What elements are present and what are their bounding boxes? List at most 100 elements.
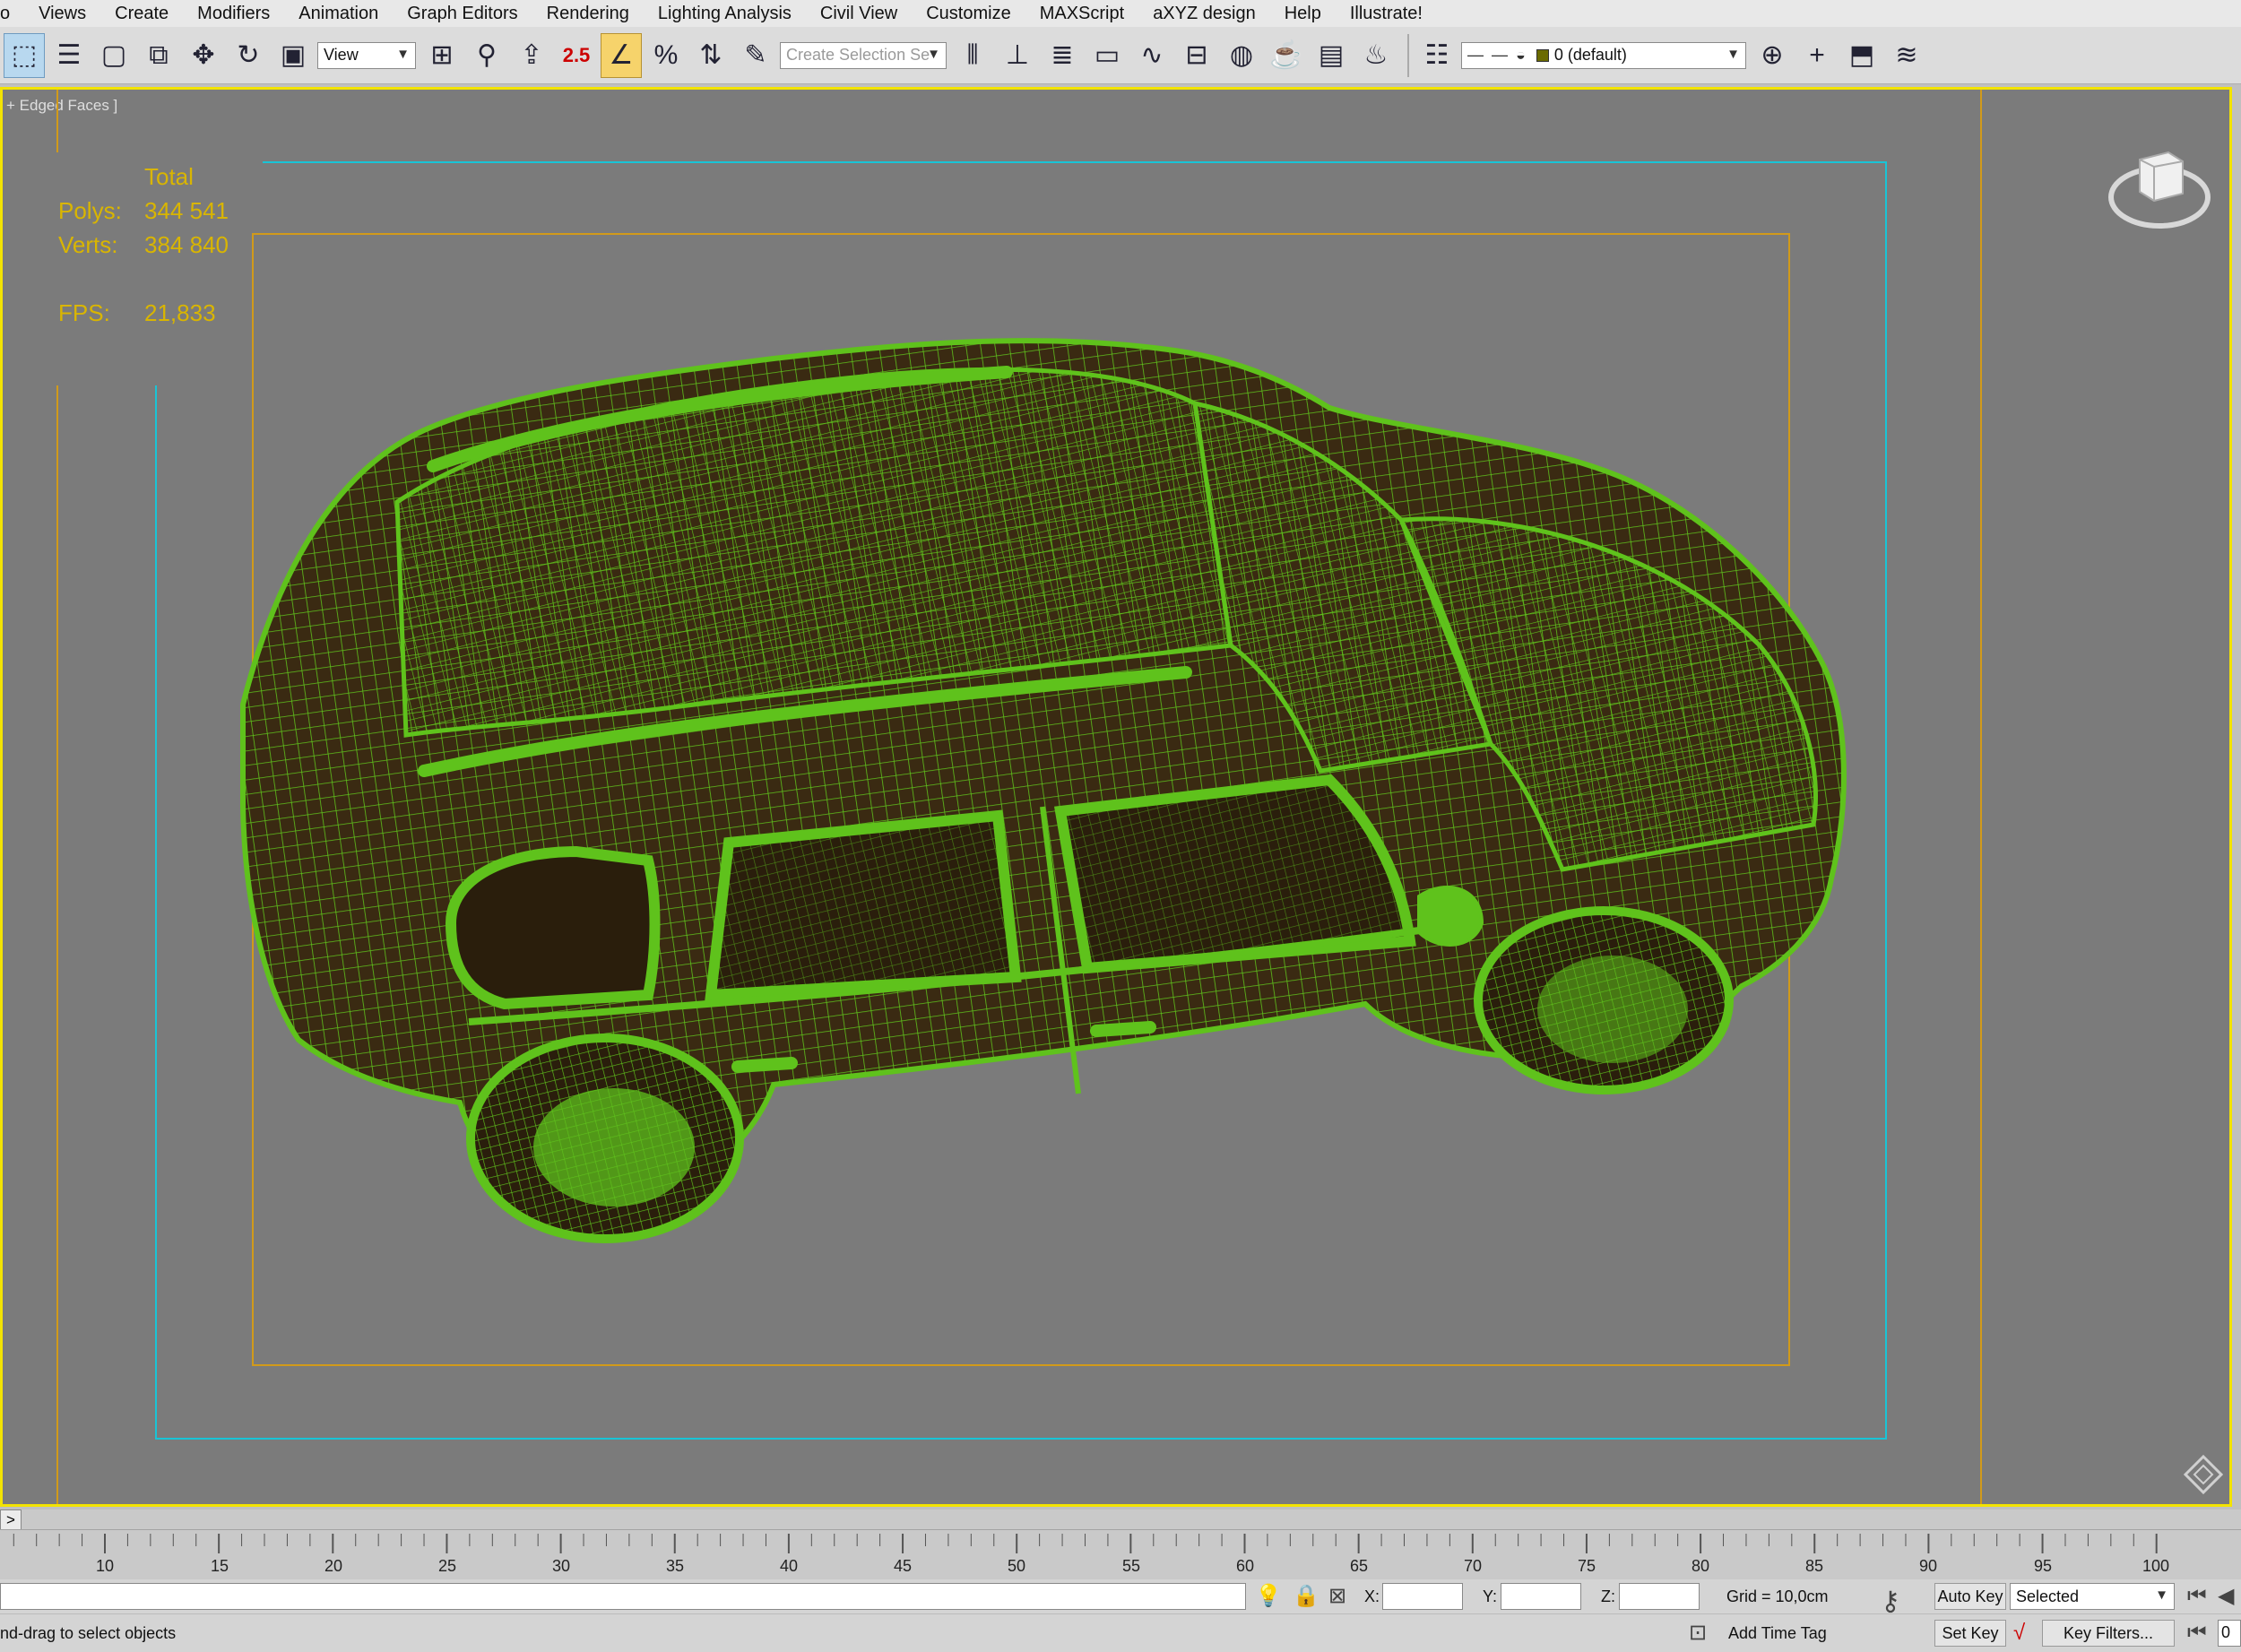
go-to-start-icon[interactable]: ⏮ [2187,1583,2207,1610]
selection-region-button[interactable]: ▢ [93,33,134,78]
percent-snap-icon: % [653,39,679,70]
render-setup-button[interactable]: ☕ [1266,33,1307,78]
key-filters-button[interactable]: Key Filters... [2042,1620,2175,1647]
menu-item-truncated[interactable]: o [0,0,24,27]
align-button[interactable]: ⊥ [997,33,1038,78]
percent-snap-button[interactable]: % [645,33,687,78]
go-to-start-small-icon[interactable]: ⏮ [2187,1620,2207,1647]
expand-trackbar-button[interactable]: > [0,1509,22,1531]
select-by-name-button[interactable]: ☰ [48,33,90,78]
menu-item-views[interactable]: Views [24,0,100,27]
curve-editor-icon: ∿ [1140,40,1164,70]
car-wireframe[interactable] [3,90,2232,1507]
tick-label-20: 20 [324,1557,343,1575]
mirror-button[interactable]: ⫴ [952,33,993,78]
toggle-ribbon-button[interactable]: ▭ [1086,33,1128,78]
menu-item-illustrate[interactable]: Illustrate! [1336,0,1437,27]
keyboard-shortcut-override-button[interactable]: ⇪ [511,33,552,78]
absolute-transform-icon[interactable]: ⊠ [1328,1583,1346,1610]
chevron-down-icon: ▼ [396,46,410,62]
layers-icon: ≣ [1051,40,1074,70]
x-coordinate-label: X: [1364,1587,1380,1605]
select-move-button[interactable]: ✥ [183,33,224,78]
menu-item-graph-editors[interactable]: Graph Editors [393,0,532,27]
set-key-button[interactable]: Set Key [1934,1620,2006,1647]
layer-properties-button[interactable]: ☷ [1416,33,1458,78]
named-selection-sets-dropdown[interactable]: Create Selection Se ▼ [780,41,947,69]
select-object-button[interactable]: ⬚ [4,32,45,78]
create-new-layer-button[interactable]: ⊕ [1752,33,1793,78]
tick-label-60: 60 [1235,1557,1255,1575]
add-to-layer-button[interactable]: + [1796,33,1838,78]
auto-key-button[interactable]: Auto Key [1934,1583,2006,1610]
snaps-toggle-button[interactable]: 2.5 [556,33,597,78]
menu-item-axyz-design[interactable]: aXYZ design [1138,0,1270,27]
menu-item-create[interactable]: Create [100,0,183,27]
status-bar-top: 💡 🔒 ⊠ X: Y: Z: Grid = 10,0cm ⚷ Auto Key … [0,1579,2241,1615]
previous-frame-icon[interactable]: ◀ [2218,1583,2234,1610]
menu-item-customize[interactable]: Customize [912,0,1025,27]
key-icon[interactable]: ⚷ [1881,1588,1900,1615]
main-toolbar: ⬚ ☰ ▢ ⧉ ✥ ↻ ▣ View ▼ ⊞ ⚲ ⇪ 2.5 ∠ % ⇅ ✎ C… [0,27,2241,84]
ribbon-icon: ▭ [1094,40,1120,70]
scale-icon: ▣ [280,40,307,70]
menu-item-rendering[interactable]: Rendering [532,0,644,27]
maxscript-listener-field[interactable] [0,1583,1246,1610]
tick-label-25: 25 [437,1557,457,1575]
key-filter-curve-icon[interactable]: √ [2013,1620,2025,1647]
menu-item-animation[interactable]: Animation [284,0,393,27]
align-icon: ⊥ [1005,40,1030,70]
curve-editor-button[interactable]: ∿ [1131,33,1172,78]
material-editor-button[interactable]: ◍ [1221,33,1262,78]
chevron-down-icon: ▼ [2155,1587,2168,1603]
render-production-button[interactable]: ♨ [1355,33,1397,78]
time-slider-trackbar[interactable]: 10 15 20 25 30 35 40 45 50 55 60 65 70 7… [0,1529,2241,1579]
viewcube-icon[interactable] [2106,134,2213,233]
chevron-down-icon: ▼ [1726,46,1740,62]
z-coordinate-field[interactable] [1619,1583,1700,1610]
tick-label-30: 30 [551,1557,571,1575]
layer-manager-button[interactable]: ≣ [1042,33,1083,78]
y-coordinate-field[interactable] [1501,1583,1581,1610]
x-coordinate-field[interactable] [1382,1583,1463,1610]
menu-bar: o Views Create Modifiers Animation Graph… [0,0,2241,27]
toolbar-separator [1407,33,1409,77]
angle-snap-button[interactable]: ∠ [601,32,642,78]
door-handle-front [1090,1021,1156,1037]
select-rotate-button[interactable]: ↻ [228,33,269,78]
select-manipulate-button[interactable]: ⚲ [466,33,507,78]
chevron-down-icon: ▼ [927,46,940,62]
select-layer-icon: ⬒ [1848,40,1875,70]
layer-visibility-icon: — — ◒ [1467,46,1527,64]
spinner-snap-icon: ⇅ [699,40,722,70]
reference-coordinate-dropdown[interactable]: View ▼ [317,41,416,69]
set-current-layer-button[interactable]: ≋ [1886,33,1927,78]
select-in-layer-button[interactable]: ⬒ [1841,33,1882,78]
menu-item-civil-view[interactable]: Civil View [806,0,912,27]
add-time-tag-button[interactable]: Add Time Tag [1728,1620,1827,1647]
menu-item-maxscript[interactable]: MAXScript [1025,0,1138,27]
menu-item-modifiers[interactable]: Modifiers [183,0,284,27]
rear-door-window-mesh [711,816,1016,995]
current-frame-field[interactable]: 0 [2218,1620,2241,1647]
spinner-snap-button[interactable]: ⇅ [690,33,731,78]
tick-label-35: 35 [665,1557,685,1575]
window-crossing-button[interactable]: ⧉ [138,33,179,78]
steering-wheel-icon[interactable] [2181,1452,2226,1497]
rotate-icon: ↻ [237,40,260,70]
isolate-selection-icon[interactable]: 💡 [1255,1583,1282,1610]
time-tag-icon[interactable]: ⊡ [1689,1620,1707,1647]
rendered-frame-window-button[interactable]: ▤ [1311,33,1352,78]
edit-named-selection-button[interactable]: ✎ [735,33,776,78]
schematic-view-button[interactable]: ⊟ [1176,33,1217,78]
key-mode-dropdown[interactable]: Selected ▼ [2010,1583,2175,1610]
select-scale-button[interactable]: ▣ [273,33,314,78]
pivot-center-button[interactable]: ⊞ [421,33,463,78]
door-handle-rear [731,1057,798,1073]
menu-item-lighting-analysis[interactable]: Lighting Analysis [644,0,806,27]
menu-item-help[interactable]: Help [1270,0,1336,27]
layer-dropdown[interactable]: — — ◒ 0 (default) ▼ [1461,41,1746,69]
lock-selection-icon[interactable]: 🔒 [1293,1583,1320,1610]
perspective-viewport[interactable]: + Edged Faces ] Total Polys: 344 541 Ver… [0,87,2232,1507]
current-layer-name: 0 (default) [1553,46,1627,64]
